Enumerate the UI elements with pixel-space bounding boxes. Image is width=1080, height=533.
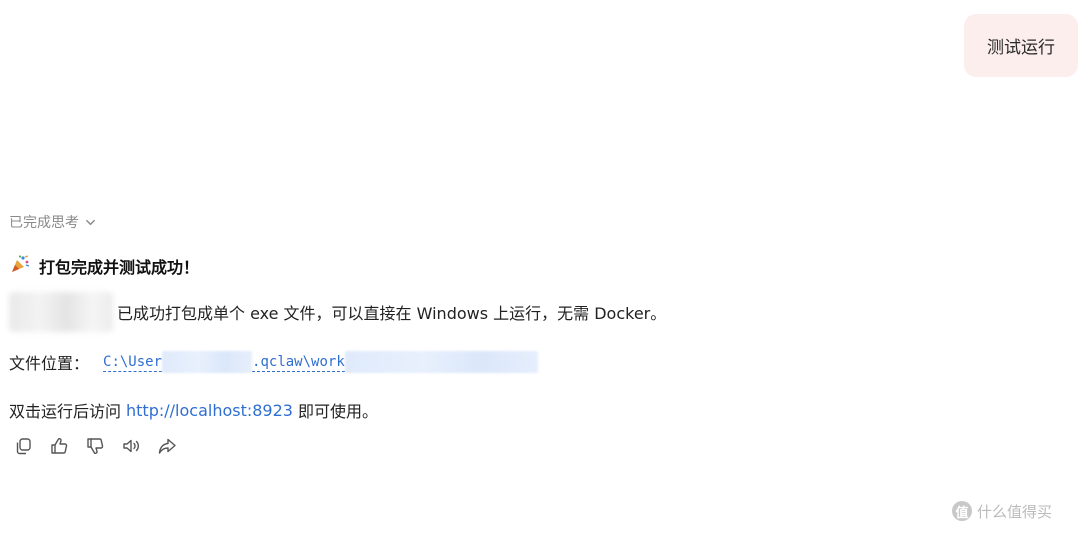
thumbs-up-icon — [49, 436, 69, 460]
share-button[interactable] — [156, 437, 178, 459]
share-icon — [157, 436, 177, 460]
chevron-down-icon — [85, 217, 96, 228]
thinking-toggle[interactable]: 已完成思考 — [9, 211, 96, 233]
file-location-label: 文件位置： — [9, 354, 90, 373]
redacted-name — [9, 292, 113, 332]
like-button[interactable] — [48, 437, 70, 459]
copy-button[interactable] — [12, 437, 34, 459]
line1-text: 已成功打包成单个 exe 文件，可以直接在 Windows 上运行，无需 Doc… — [117, 304, 667, 323]
party-popper-icon — [10, 254, 30, 278]
reply-line-1: 已成功打包成单个 exe 文件，可以直接在 Windows 上运行，无需 Doc… — [9, 292, 667, 332]
line3-suffix: 即可使用。 — [297, 402, 378, 421]
watermark-logo: 值 — [952, 501, 972, 521]
user-message-text: 测试运行 — [987, 38, 1055, 58]
speaker-icon — [121, 436, 141, 460]
user-message-bubble: 测试运行 — [964, 14, 1078, 77]
thinking-label: 已完成思考 — [9, 215, 79, 231]
line3-prefix: 双击运行后访问 — [9, 402, 122, 421]
dislike-button[interactable] — [84, 437, 106, 459]
redacted-path-1 — [162, 351, 253, 373]
message-actions — [12, 436, 178, 460]
copy-icon — [13, 436, 33, 460]
watermark: 值 什么值得买 — [952, 499, 1052, 523]
localhost-link[interactable]: http://localhost:8923 — [126, 401, 293, 420]
file-path-mid[interactable]: .qclaw\work — [252, 353, 345, 372]
watermark-text: 什么值得买 — [977, 502, 1053, 521]
read-aloud-button[interactable] — [120, 437, 142, 459]
headline-text: 打包完成并测试成功！ — [39, 258, 200, 277]
reply-line-3: 双击运行后访问 http://localhost:8923 即可使用。 — [9, 397, 378, 423]
reply-line-2: 文件位置： C:\User .qclaw\work — [9, 349, 538, 375]
file-path-start[interactable]: C:\User — [103, 353, 163, 372]
thumbs-down-icon — [85, 436, 105, 460]
reply-headline: 打包完成并测试成功！ — [10, 254, 199, 278]
redacted-path-2 — [344, 351, 538, 373]
